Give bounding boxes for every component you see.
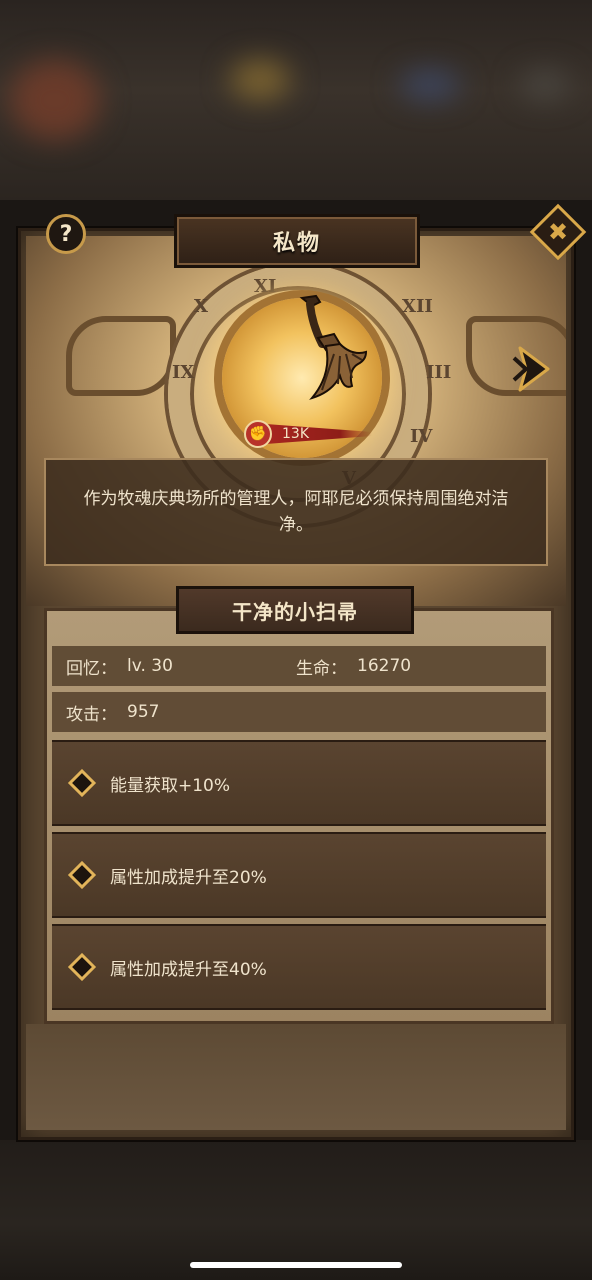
item-description: 作为牧魂庆典场所的管理人，阿耶尼必须保持周围绝对洁净。: [83, 489, 509, 535]
skill-row[interactable]: 属性加成提升至20%: [52, 832, 546, 918]
attack-label: 攻击：: [66, 704, 117, 725]
blurred-icon: [520, 70, 570, 100]
memory-value: lv. 30: [127, 656, 173, 676]
stat-row: 攻击： 957: [52, 692, 546, 732]
skill-row[interactable]: 能量获取+10%: [52, 740, 546, 826]
stat-row: 回忆： lv. 30 生命： 16270: [52, 646, 546, 686]
blurred-avatar: [10, 60, 100, 140]
clock-numeral: IX: [172, 362, 195, 383]
power-badge: ✊ 13K: [244, 420, 376, 448]
skill-text: 属性加成提升至40%: [110, 959, 267, 980]
diamond-icon: [67, 860, 97, 890]
skill-text: 能量获取+10%: [110, 775, 231, 796]
clock-numeral: XI: [254, 276, 277, 297]
help-button[interactable]: ?: [46, 214, 86, 254]
background-bottom: [0, 1140, 592, 1280]
memory-label: 回忆：: [66, 658, 117, 679]
blurred-icon: [400, 70, 460, 100]
clock-numeral: XII: [402, 296, 433, 317]
attack-value: 957: [127, 702, 160, 722]
chevron-right-icon: [512, 346, 550, 392]
item-description-box: 作为牧魂庆典场所的管理人，阿耶尼必须保持周围绝对洁净。: [44, 458, 548, 566]
close-icon: ✖: [547, 217, 569, 246]
ornament-left: [66, 316, 176, 396]
clock-numeral: III: [426, 362, 452, 383]
skill-row[interactable]: 属性加成提升至40%: [52, 924, 546, 1010]
item-name: 干净的小扫帚: [232, 599, 358, 624]
item-name-plate: 干净的小扫帚: [176, 586, 414, 634]
memory-stat: 回忆： lv. 30: [66, 654, 173, 679]
broom-icon: [299, 294, 368, 400]
blurred-icon: [230, 60, 290, 100]
clock-numeral: IV: [410, 426, 433, 447]
next-item-button[interactable]: [510, 344, 554, 394]
hp-stat: 生命： 16270: [296, 654, 411, 679]
attack-stat: 攻击： 957: [66, 700, 159, 725]
power-value: 13K: [266, 424, 372, 444]
page-title: 私物: [272, 231, 321, 256]
panel-footer: [26, 1024, 566, 1130]
diamond-icon: [67, 952, 97, 982]
skill-text: 属性加成提升至20%: [110, 867, 267, 888]
header-banner: 私物: [174, 214, 420, 268]
diamond-icon: [67, 768, 97, 798]
fist-icon: ✊: [244, 420, 272, 448]
hp-value: 16270: [357, 656, 412, 676]
clock-numeral: X: [194, 296, 208, 317]
hp-label: 生命：: [296, 658, 347, 679]
background-top: [0, 0, 592, 200]
home-indicator[interactable]: [190, 1262, 402, 1268]
